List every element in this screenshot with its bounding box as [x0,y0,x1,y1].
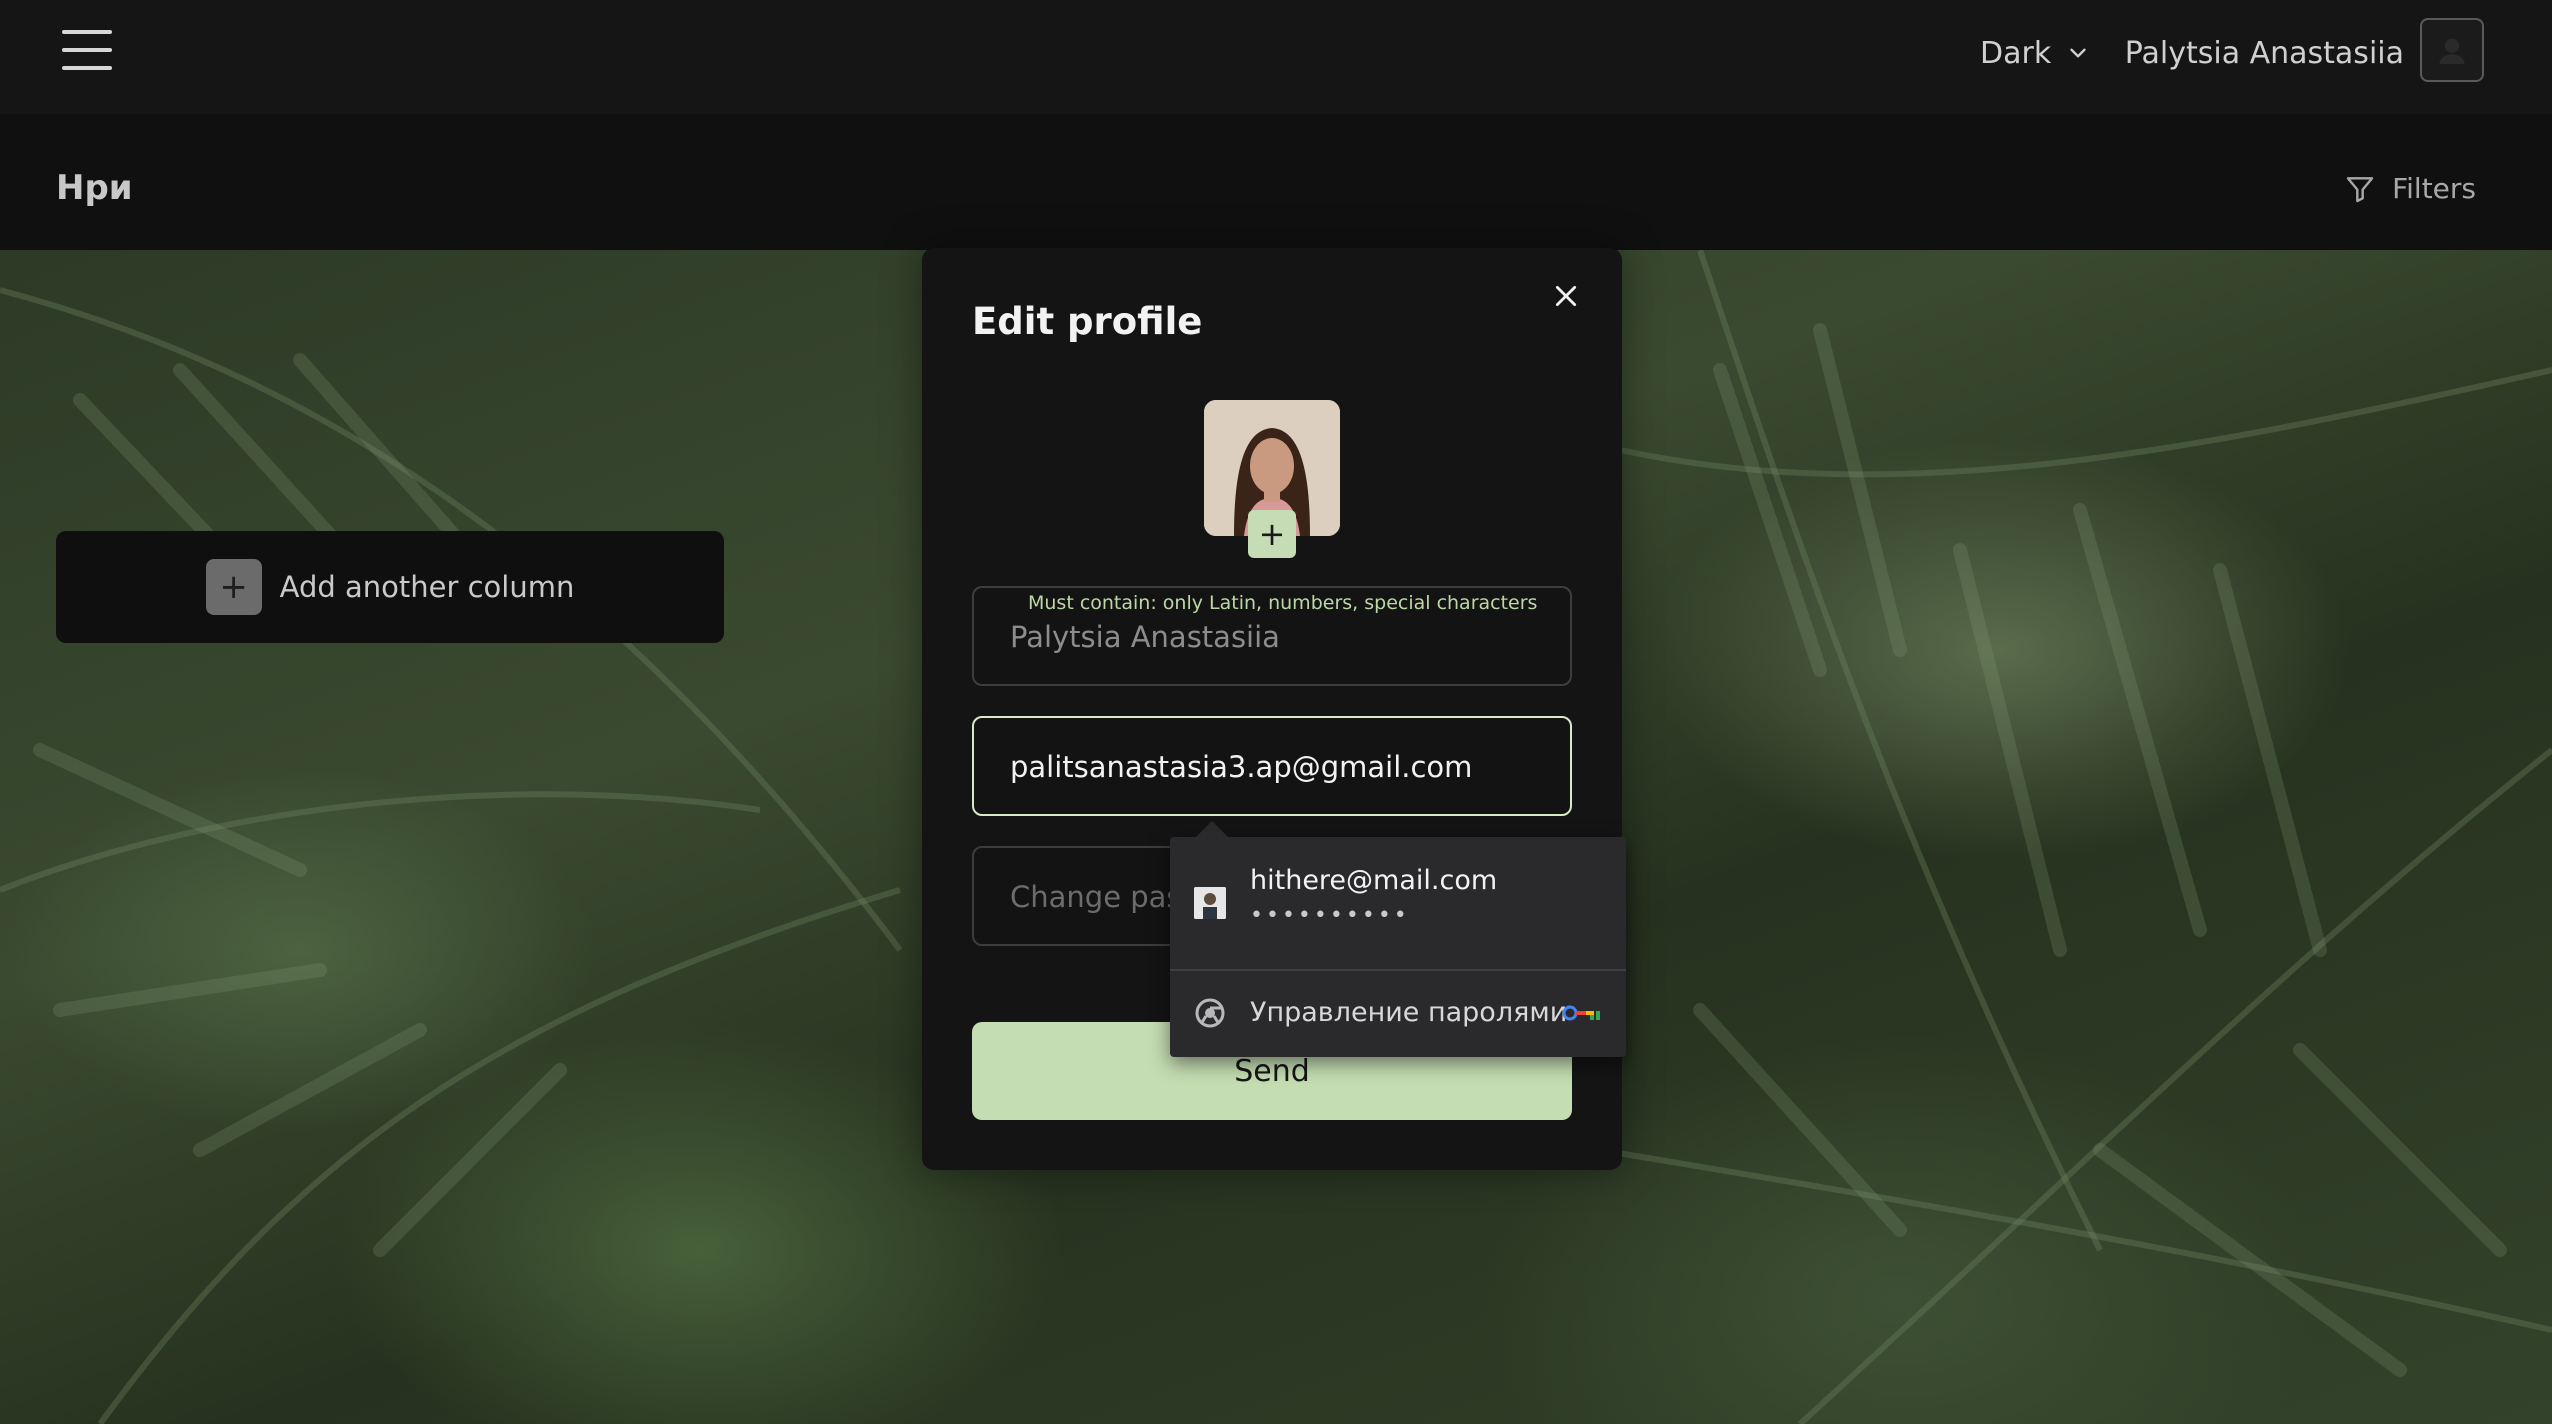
user-avatar[interactable] [2420,18,2484,82]
top-bar: Dark Palytsia Anastasiia [0,0,2552,114]
autofill-password-mask: •••••••••• [1250,903,1410,928]
chevron-down-icon [2070,48,2086,58]
plus-icon: + [205,559,262,615]
send-button-label: Send [1234,1053,1310,1089]
manage-passwords-label: Управление паролями [1250,997,1568,1028]
board-header: Нри Filters [0,114,2552,250]
email-field[interactable]: palitsanastasia3.ap@gmail.com [972,716,1572,816]
google-password-key-icon [1562,1005,1600,1021]
menu-icon[interactable] [58,28,116,72]
theme-select-value: Dark [1980,35,2052,71]
autofill-account-item[interactable]: hithere@mail.com •••••••••• [1170,837,1626,969]
name-field-value: Palytsia Anastasiia [1010,620,1280,654]
filters-label: Filters [2392,172,2476,205]
autofill-account-email: hithere@mail.com [1250,865,1498,896]
add-column-label: Add another column [279,570,575,604]
close-icon [1555,285,1577,307]
filters-button[interactable]: Filters [2344,172,2476,205]
email-field-value: palitsanastasia3.ap@gmail.com [1010,750,1473,784]
password-autofill-popup: hithere@mail.com •••••••••• Управление п… [1170,821,1626,1057]
board-title: Нри [56,168,133,208]
manage-passwords-item[interactable]: Управление паролями [1170,971,1626,1057]
chrome-icon [1195,998,1225,1028]
add-column-button[interactable]: + Add another column [56,531,724,643]
user-name: Palytsia Anastasiia [2124,35,2404,71]
account-avatar-icon [1194,887,1226,919]
user-icon [2439,38,2465,65]
password-field-placeholder: Change pas [1010,880,1182,914]
modal-title: Edit profile [972,300,1203,343]
name-field-hint: Must contain: only Latin, numbers, speci… [1028,592,1538,614]
add-photo-button[interactable]: + [1248,510,1296,558]
close-button[interactable] [1546,276,1586,316]
name-field[interactable]: Must contain: only Latin, numbers, speci… [972,586,1572,686]
filter-icon [2346,176,2374,202]
theme-select[interactable]: Dark [1980,30,2091,76]
